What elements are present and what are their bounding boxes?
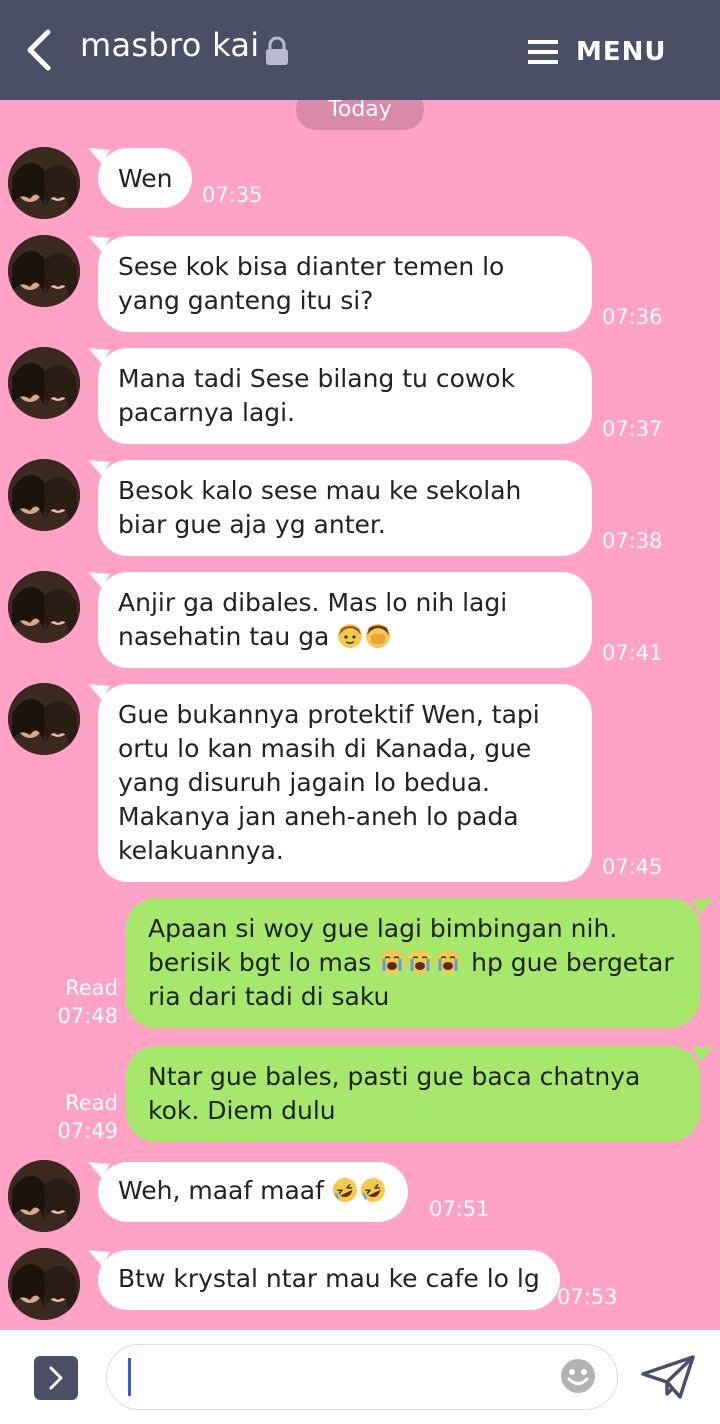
bubble-tail bbox=[88, 1162, 110, 1178]
text-cursor bbox=[128, 1358, 131, 1396]
message-text: Mana tadi Sese bilang tu cowok pacarnya … bbox=[118, 364, 516, 427]
message-time: 07:51 bbox=[429, 1197, 490, 1221]
message-time: 07:37 bbox=[602, 417, 663, 441]
loudly-crying-icon bbox=[380, 950, 405, 974]
contact-avatar[interactable] bbox=[8, 571, 80, 643]
menu-button[interactable]: MENU bbox=[526, 32, 667, 72]
contact-avatar[interactable] bbox=[8, 147, 80, 219]
bubble-tail bbox=[88, 236, 110, 252]
message-input[interactable] bbox=[106, 1344, 618, 1410]
chat-header: masbro kai MENU bbox=[0, 0, 720, 100]
message-time: 07:53 bbox=[557, 1285, 618, 1309]
message-text: Besok kalo sese mau ke sekolah biar gue … bbox=[118, 476, 522, 539]
message-text: Btw krystal ntar mau ke cafe lo lg bbox=[118, 1264, 540, 1293]
message-time: 07:49 bbox=[57, 1119, 118, 1143]
rolling-laughing-icon bbox=[360, 1178, 385, 1202]
read-label: Read bbox=[65, 1091, 118, 1115]
message-text: Weh, maaf maaf bbox=[118, 1176, 324, 1205]
message-text: Wen bbox=[118, 164, 173, 193]
message-bubble[interactable]: Ntar gue bales, pasti gue baca chatnya k… bbox=[126, 1046, 700, 1142]
message-bubble[interactable]: Btw krystal ntar mau ke cafe lo lg bbox=[98, 1250, 560, 1310]
read-receipt: Read 07:48 bbox=[50, 974, 118, 1030]
contact-avatar[interactable] bbox=[8, 459, 80, 531]
lock-icon bbox=[266, 36, 288, 65]
message-text: Gue bukannya protektif Wen, tapi ortu lo… bbox=[118, 700, 540, 865]
send-icon[interactable] bbox=[640, 1354, 696, 1400]
person-getting-haircut-icon bbox=[338, 624, 363, 648]
message-text: Ntar gue bales, pasti gue baca chatnya k… bbox=[148, 1062, 641, 1125]
bubble-tail bbox=[692, 1046, 714, 1062]
message-bubble[interactable]: Weh, maaf maaf bbox=[98, 1162, 408, 1222]
message-time: 07:41 bbox=[602, 641, 663, 665]
bubble-tail bbox=[88, 148, 110, 164]
loudly-crying-icon bbox=[408, 950, 433, 974]
message-time: 07:38 bbox=[602, 529, 663, 553]
contact-avatar[interactable] bbox=[8, 235, 80, 307]
message-bubble[interactable]: Mana tadi Sese bilang tu cowok pacarnya … bbox=[98, 348, 592, 444]
message-text: Anjir ga dibales. Mas lo nih lagi naseha… bbox=[118, 588, 508, 651]
read-receipt: Read 07:49 bbox=[50, 1089, 118, 1145]
message-bubble[interactable]: Gue bukannya protektif Wen, tapi ortu lo… bbox=[98, 684, 592, 882]
rolling-laughing-icon bbox=[332, 1178, 357, 1202]
contact-avatar[interactable] bbox=[8, 1160, 80, 1232]
message-input-bar bbox=[0, 1330, 720, 1424]
message-bubble[interactable]: Sese kok bisa dianter temen lo yang gant… bbox=[98, 236, 592, 332]
read-label: Read bbox=[65, 976, 118, 1000]
chat-area[interactable]: Today Wen 07:35 Sese kok bisa dianter te… bbox=[0, 100, 720, 1330]
message-bubble[interactable]: Apaan si woy gue lagi bimbingan nih. ber… bbox=[126, 898, 700, 1028]
bubble-tail bbox=[88, 348, 110, 364]
message-time: 07:36 bbox=[602, 305, 663, 329]
contact-avatar[interactable] bbox=[8, 347, 80, 419]
message-bubble[interactable]: Besok kalo sese mau ke sekolah biar gue … bbox=[98, 460, 592, 556]
message-text: Sese kok bisa dianter temen lo yang gant… bbox=[118, 252, 505, 315]
message-bubble[interactable]: Anjir ga dibales. Mas lo nih lagi naseha… bbox=[98, 572, 592, 668]
contact-avatar[interactable] bbox=[8, 1248, 80, 1320]
contact-avatar[interactable] bbox=[8, 683, 80, 755]
bubble-tail bbox=[88, 1250, 110, 1266]
smiley-icon[interactable] bbox=[560, 1358, 596, 1394]
hamburger-icon bbox=[528, 40, 558, 64]
bubble-tail bbox=[88, 684, 110, 700]
message-bubble[interactable]: Wen bbox=[98, 148, 193, 208]
bubble-tail bbox=[692, 898, 714, 914]
message-time: 07:45 bbox=[602, 855, 663, 879]
loudly-crying-icon bbox=[436, 950, 461, 974]
contact-name[interactable]: masbro kai bbox=[80, 26, 259, 64]
message-time: 07:48 bbox=[57, 1004, 118, 1028]
chevron-left-icon[interactable] bbox=[22, 28, 62, 72]
chevron-right-icon bbox=[49, 1366, 63, 1390]
bubble-tail bbox=[88, 460, 110, 476]
date-pill: Today bbox=[296, 100, 424, 130]
expand-button[interactable] bbox=[34, 1356, 78, 1400]
menu-label: MENU bbox=[576, 37, 667, 67]
facepalm-icon bbox=[366, 624, 391, 648]
bubble-tail bbox=[88, 572, 110, 588]
message-time: 07:35 bbox=[202, 183, 263, 207]
